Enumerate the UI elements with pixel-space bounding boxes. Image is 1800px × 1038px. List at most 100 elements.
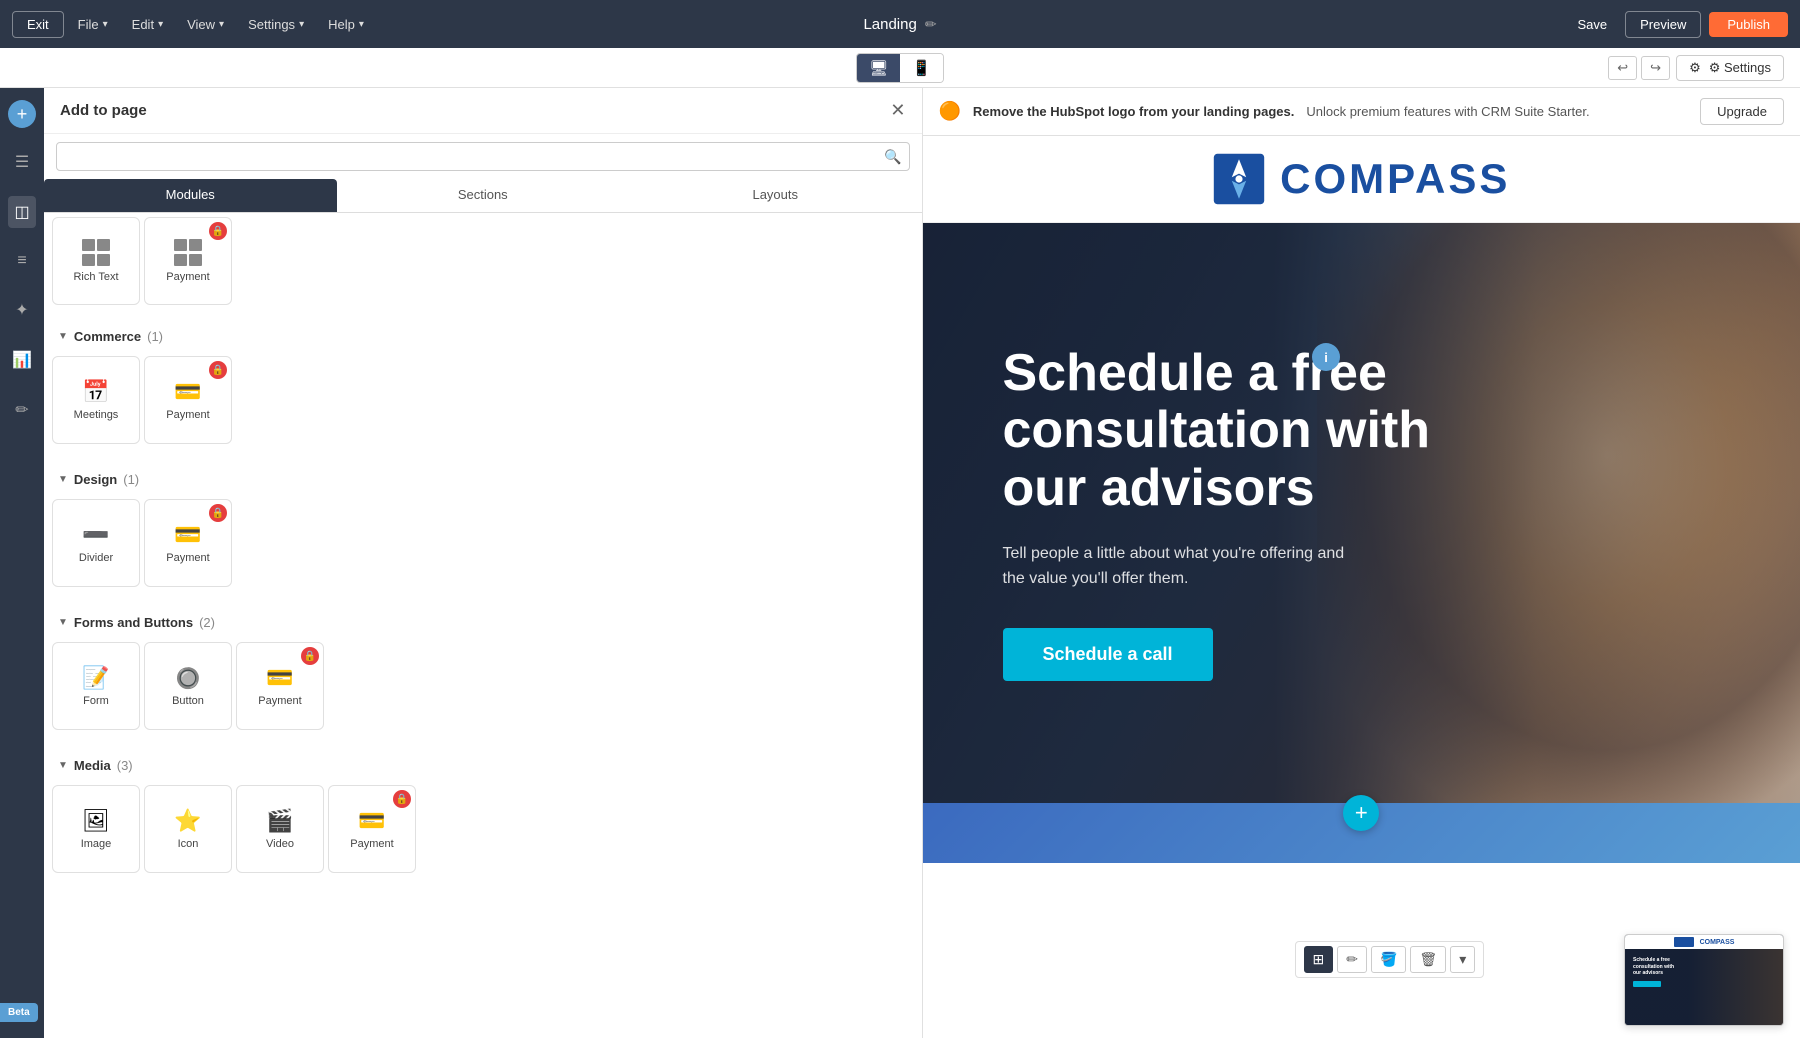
panel-title: Add to page [60,102,147,119]
upgrade-button[interactable]: Upgrade [1700,98,1784,125]
style-toolbar-button[interactable]: 🪣 [1371,946,1406,973]
edit-menu[interactable]: Edit ▾ [122,12,173,37]
exit-button[interactable]: Exit [12,11,64,38]
module-payment-media[interactable]: 💳 Payment 🔒 [328,785,416,873]
search-button[interactable]: 🔍 [884,148,901,165]
panel-header: Add to page ✕ [44,88,922,134]
module-payment-forms[interactable]: 💳 Payment 🔒 [236,642,324,730]
module-image-label: Image [81,838,112,850]
notification-subtext: Unlock premium features with CRM Suite S… [1306,104,1589,119]
module-divider[interactable]: ➖ Divider [52,499,140,587]
pages-icon-button[interactable]: ☰ [9,146,35,178]
forms-buttons-section-header[interactable]: ▼ Forms and Buttons (2) [44,607,922,638]
undo-button[interactable]: ↩ [1608,56,1637,80]
add-section-button[interactable]: + [1343,795,1379,831]
commerce-section: ▼ Commerce (1) 📅 Meetings 💳 Payment 🔒 [44,317,922,460]
module-image[interactable]: 🖼 Image [52,785,140,873]
lock-icon: 🔒 [209,361,227,379]
mini-preview-canvas: COMPASS Schedule a freeconsultation with… [1625,935,1783,1025]
close-panel-button[interactable]: ✕ [890,100,905,121]
save-button[interactable]: Save [1567,12,1617,37]
module-payment-commerce[interactable]: 💳 Payment 🔒 [144,356,232,444]
icon-icon: ⭐ [174,808,201,834]
view-menu[interactable]: View ▾ [177,12,234,37]
tab-modules[interactable]: Modules [44,179,337,212]
file-menu[interactable]: File ▾ [68,12,118,37]
redo-button[interactable]: ↪ [1641,56,1670,80]
module-payment-top-label: Payment [166,271,209,283]
add-module-icon-button[interactable]: + [8,100,36,128]
search-input[interactable] [56,142,910,171]
hero-section: i Schedule a free consultation with our … [923,223,1800,803]
pen-icon-button[interactable]: ✏ [9,394,34,426]
desktop-view-button[interactable]: 🖥 [857,54,900,82]
undo-redo-group: ↩ ↪ [1608,56,1670,80]
search-area: 🔍 [44,134,922,179]
lock-icon: 🔒 [301,647,319,665]
design-icon-button[interactable]: ✦ [9,294,34,326]
module-button-label: Button [172,695,204,707]
meetings-icon: 📅 [82,379,109,405]
lock-icon: 🔒 [393,790,411,808]
module-button[interactable]: 🔘 Button [144,642,232,730]
add-to-page-panel: Add to page ✕ 🔍 Modules Sections Layouts… [44,88,923,1038]
module-tabs: Modules Sections Layouts [44,179,922,213]
module-payment-top[interactable]: Payment 🔒 [144,217,232,305]
chevron-down-icon: ▾ [359,19,364,30]
module-payment-design[interactable]: 💳 Payment 🔒 [144,499,232,587]
hero-content: Schedule a free consultation with our ad… [923,285,1523,741]
design-section-header[interactable]: ▼ Design (1) [44,464,922,495]
tab-sections[interactable]: Sections [337,179,630,212]
top-bar-left: Exit File ▾ Edit ▾ View ▾ Settings ▾ Hel… [12,11,374,38]
compass-logo-text: COMPASS [1280,155,1510,203]
forms-buttons-section: ▼ Forms and Buttons (2) 📝 Form 🔘 Button … [44,603,922,746]
compass-logo-icon [1212,152,1266,206]
tab-layouts[interactable]: Layouts [629,179,922,212]
media-section: ▼ Media (3) 🖼 Image ⭐ Icon 🎬 Video [44,746,922,889]
divider-icon: ➖ [82,522,109,548]
grid-toolbar-button[interactable]: ⊞ [1304,946,1334,973]
module-meetings[interactable]: 📅 Meetings [52,356,140,444]
design-modules-grid: ➖ Divider 💳 Payment 🔒 [44,495,922,599]
publish-button[interactable]: Publish [1709,12,1788,37]
module-form[interactable]: 📝 Form [52,642,140,730]
commerce-label: Commerce [74,329,141,344]
settings-button[interactable]: ⚙ ⚙ Settings [1676,55,1784,81]
payment-icon: 💳 [358,808,385,834]
top-bar-right: Save Preview Publish [1567,11,1788,38]
content-icon-button[interactable]: ≡ [11,246,32,276]
beta-badge[interactable]: Beta [0,1003,38,1022]
delete-toolbar-button[interactable]: 🗑 [1410,946,1446,973]
compass-logo: COMPASS [1212,152,1510,206]
media-section-header[interactable]: ▼ Media (3) [44,750,922,781]
page-title-area: Landing ✏ [863,16,936,33]
edit-title-icon[interactable]: ✏ [925,16,937,33]
main-layout: + ☰ ◫ ≡ ✦ 📊 ✏ Add to page ✕ 🔍 Modules Se… [0,88,1800,1038]
more-toolbar-button[interactable]: ▾ [1450,946,1475,973]
chevron-down-icon: ▾ [299,19,304,30]
commerce-modules-grid: 📅 Meetings 💳 Payment 🔒 [44,352,922,456]
preview-button[interactable]: Preview [1625,11,1701,38]
module-rich-text-label: Rich Text [73,271,118,283]
media-modules-grid: 🖼 Image ⭐ Icon 🎬 Video 💳 Payment 🔒 [44,781,922,885]
module-icon[interactable]: ⭐ Icon [144,785,232,873]
module-payment-forms-label: Payment [258,695,301,707]
chevron-down-icon: ▾ [158,19,163,30]
top-modules-grid: Rich Text Payment 🔒 [44,213,922,317]
design-section: ▼ Design (1) ➖ Divider 💳 Payment 🔒 [44,460,922,603]
info-badge[interactable]: i [1312,343,1340,371]
schedule-call-button[interactable]: Schedule a call [1003,628,1213,681]
analytics-icon-button[interactable]: 📊 [6,344,38,376]
module-payment-media-label: Payment [350,838,393,850]
settings-menu[interactable]: Settings ▾ [238,12,314,37]
layout-icon-button[interactable]: ◫ [8,196,35,228]
button-icon: 🔘 [176,666,201,691]
commerce-section-header[interactable]: ▼ Commerce (1) [44,321,922,352]
module-rich-text[interactable]: Rich Text [52,217,140,305]
canvas-area: 🟠 Remove the HubSpot logo from your land… [923,88,1800,1038]
notification-text: Remove the HubSpot logo from your landin… [973,104,1294,119]
help-menu[interactable]: Help ▾ [318,12,374,37]
module-video[interactable]: 🎬 Video [236,785,324,873]
mobile-view-button[interactable]: 📱 [900,54,943,82]
edit-toolbar-button[interactable]: ✏ [1337,946,1367,973]
